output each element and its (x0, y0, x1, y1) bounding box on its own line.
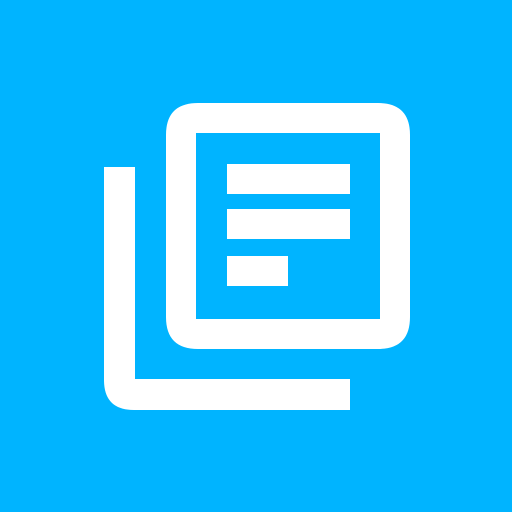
app-icon (0, 0, 512, 512)
text-line-2 (227, 209, 350, 239)
text-line-3 (227, 256, 288, 286)
back-page-bracket (104, 167, 350, 410)
text-line-1 (227, 164, 350, 194)
stacked-document-list-icon (104, 103, 410, 410)
